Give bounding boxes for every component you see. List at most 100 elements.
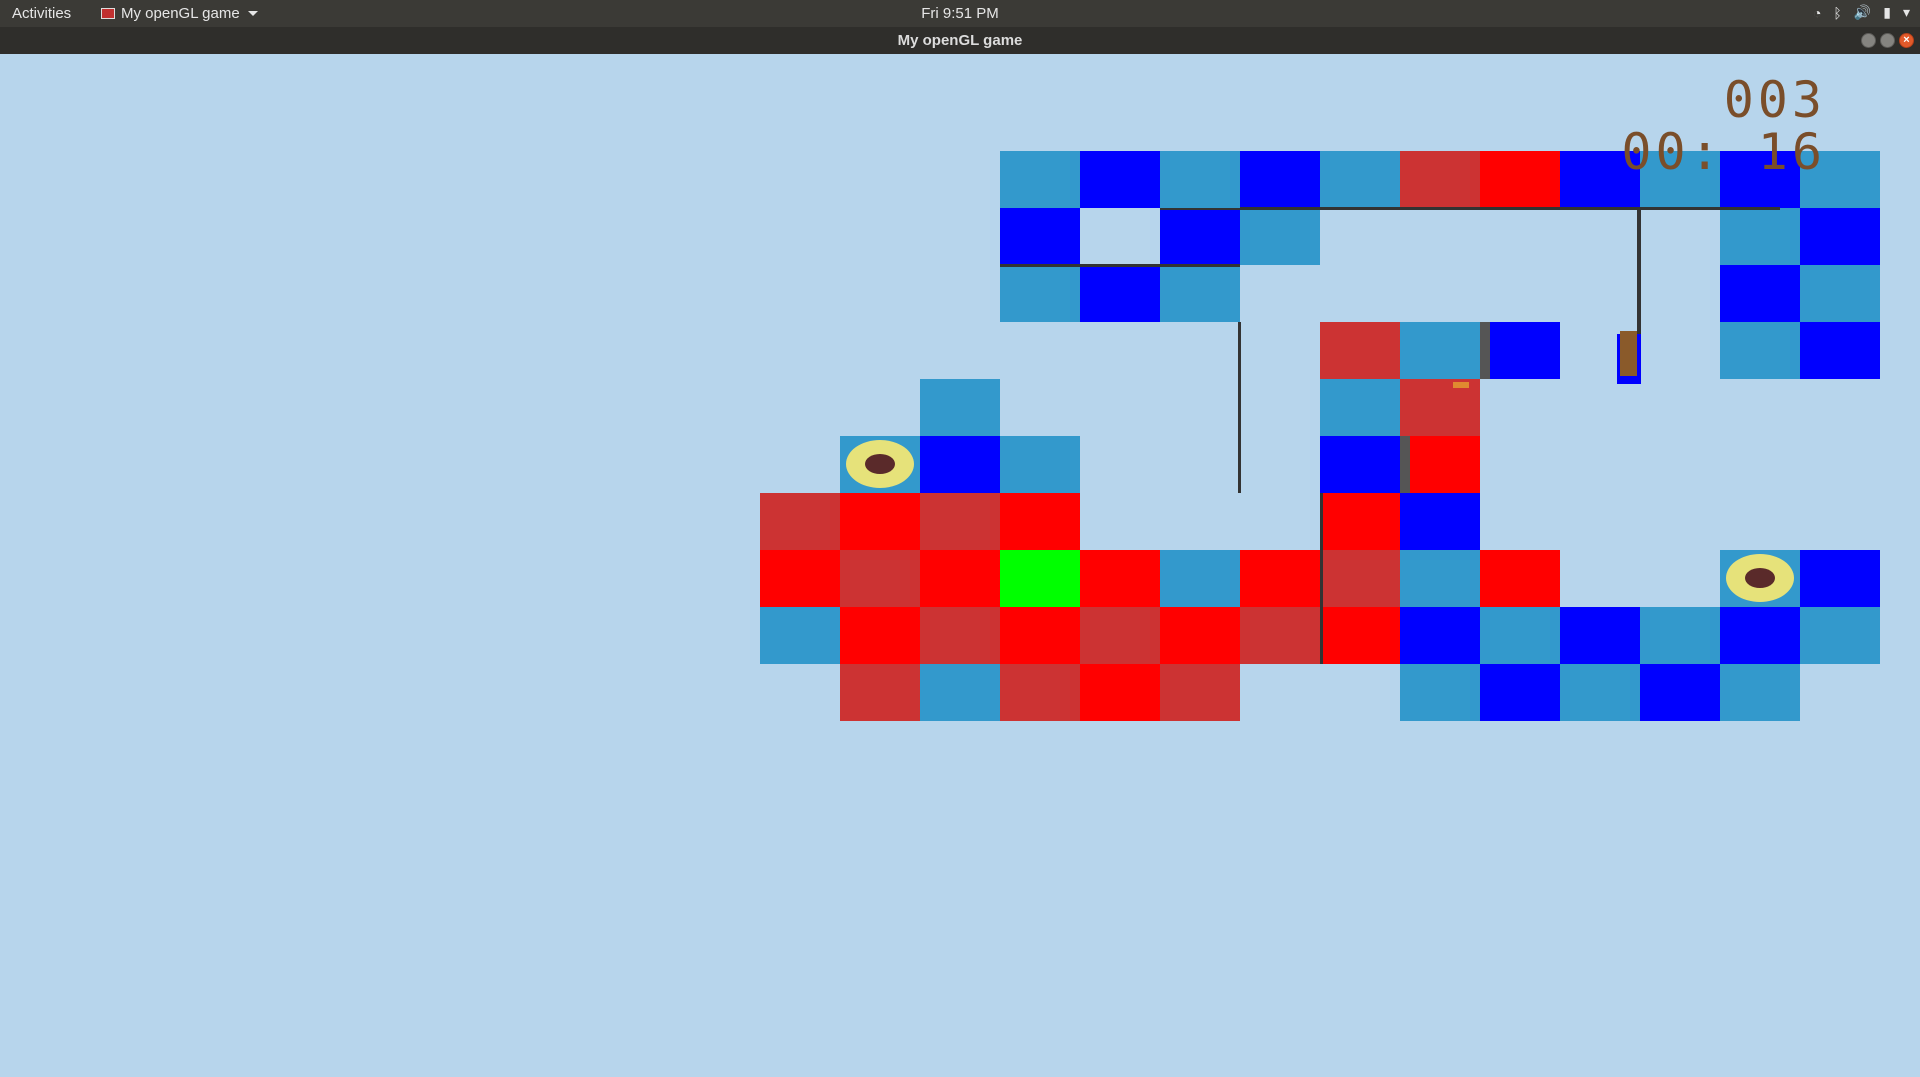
goal-hole-icon	[846, 440, 914, 488]
floor-tile	[1240, 550, 1320, 607]
floor-tile	[1640, 664, 1720, 721]
floor-tile	[1720, 607, 1800, 664]
floor-tile	[920, 664, 1000, 721]
floor-tile	[1160, 265, 1240, 322]
floor-tile	[1000, 208, 1080, 265]
floor-tile	[920, 493, 1000, 550]
floor-tile	[1800, 607, 1880, 664]
battery-icon[interactable]: ▮	[1883, 4, 1891, 21]
floor-tile	[1240, 151, 1320, 208]
system-tray[interactable]: ◔ ᛒ 🔊 ▮ ▾	[1813, 4, 1910, 21]
block-side-face	[1620, 331, 1637, 376]
floor-tile	[1160, 151, 1240, 208]
floor-tile	[1000, 265, 1080, 322]
floor-tile	[1080, 607, 1160, 664]
block-side-face	[1453, 382, 1469, 388]
tile-edge	[1240, 207, 1780, 210]
floor-tile	[1640, 607, 1720, 664]
window-titlebar[interactable]: My openGL game ×	[0, 27, 1920, 54]
floor-tile	[760, 493, 840, 550]
chevron-down-icon[interactable]: ▾	[1903, 4, 1910, 21]
floor-tile	[1560, 607, 1640, 664]
floor-tile	[1080, 265, 1160, 322]
volume-icon[interactable]: 🔊	[1854, 4, 1871, 21]
floor-tile	[1720, 208, 1800, 265]
floor-tile	[1000, 607, 1080, 664]
floor-tile	[1400, 664, 1480, 721]
floor-tile	[1320, 550, 1400, 607]
floor-tile	[1400, 436, 1480, 493]
floor-tile	[1800, 550, 1880, 607]
tile-edge	[1160, 208, 1240, 210]
minimize-icon[interactable]	[1861, 33, 1876, 48]
floor-tile	[1480, 550, 1560, 607]
floor-tile	[1400, 550, 1480, 607]
floor-tile	[1080, 664, 1160, 721]
block-side-face	[1400, 436, 1410, 493]
floor-tile	[1720, 265, 1800, 322]
floor-tile	[1720, 664, 1800, 721]
floor-tile	[1400, 322, 1480, 379]
floor-tile	[1400, 607, 1480, 664]
floor-tile	[920, 379, 1000, 436]
floor-tile	[1400, 493, 1480, 550]
floor-tile	[840, 607, 920, 664]
floor-tile	[1240, 607, 1320, 664]
floor-tile	[1480, 607, 1560, 664]
floor-tile	[1000, 436, 1080, 493]
floor-tile	[760, 550, 840, 607]
floor-tile	[840, 493, 920, 550]
bluetooth-icon[interactable]: ᛒ	[1833, 5, 1841, 21]
floor-tile	[1480, 322, 1560, 379]
clock[interactable]: Fri 9:51 PM	[0, 5, 1920, 22]
floor-tile	[1000, 493, 1080, 550]
move-counter: 003	[1723, 71, 1826, 129]
floor-tile	[1320, 493, 1400, 550]
hud: 003 00: 16	[1621, 74, 1826, 178]
floor-tile	[1480, 664, 1560, 721]
wifi-icon[interactable]: ◔	[1813, 5, 1821, 21]
timer: 00: 16	[1621, 123, 1826, 181]
goal-hole-icon	[1726, 554, 1794, 602]
floor-tile	[1560, 664, 1640, 721]
floor-tile	[1480, 151, 1560, 208]
floor-tile	[920, 550, 1000, 607]
game-canvas[interactable]: 003 00: 16	[0, 54, 1920, 1077]
floor-tile	[1800, 265, 1880, 322]
floor-tile	[1320, 379, 1400, 436]
block-side-face	[1480, 322, 1490, 379]
system-top-bar: Activities My openGL game Fri 9:51 PM ◔ …	[0, 0, 1920, 27]
floor-tile	[760, 607, 840, 664]
window-title: My openGL game	[897, 32, 1023, 49]
floor-tile	[1800, 208, 1880, 265]
floor-tile	[1160, 664, 1240, 721]
tile-edge	[1000, 264, 1240, 267]
floor-tile	[1080, 151, 1160, 208]
floor-tile	[1160, 208, 1240, 265]
floor-tile	[1000, 151, 1080, 208]
tile-edge	[1238, 322, 1241, 493]
tile-edge	[1320, 493, 1323, 664]
floor-tile	[840, 664, 920, 721]
floor-tile	[1320, 151, 1400, 208]
floor-tile	[1400, 151, 1480, 208]
floor-tile	[920, 607, 1000, 664]
floor-tile	[1160, 607, 1240, 664]
floor-tile	[1800, 322, 1880, 379]
floor-tile	[1320, 322, 1400, 379]
floor-tile	[920, 436, 1000, 493]
floor-tile	[1320, 436, 1400, 493]
floor-tile	[1240, 208, 1320, 265]
floor-tile	[1320, 607, 1400, 664]
maximize-icon[interactable]	[1880, 33, 1895, 48]
floor-tile	[1720, 322, 1800, 379]
floor-tile	[1000, 664, 1080, 721]
player-block	[1000, 550, 1080, 607]
game-board	[0, 54, 1920, 1077]
goal-center	[865, 454, 895, 474]
floor-tile	[1080, 550, 1160, 607]
floor-tile	[840, 550, 920, 607]
floor-tile	[1160, 550, 1240, 607]
goal-center	[1745, 568, 1775, 588]
close-icon[interactable]: ×	[1899, 33, 1914, 48]
